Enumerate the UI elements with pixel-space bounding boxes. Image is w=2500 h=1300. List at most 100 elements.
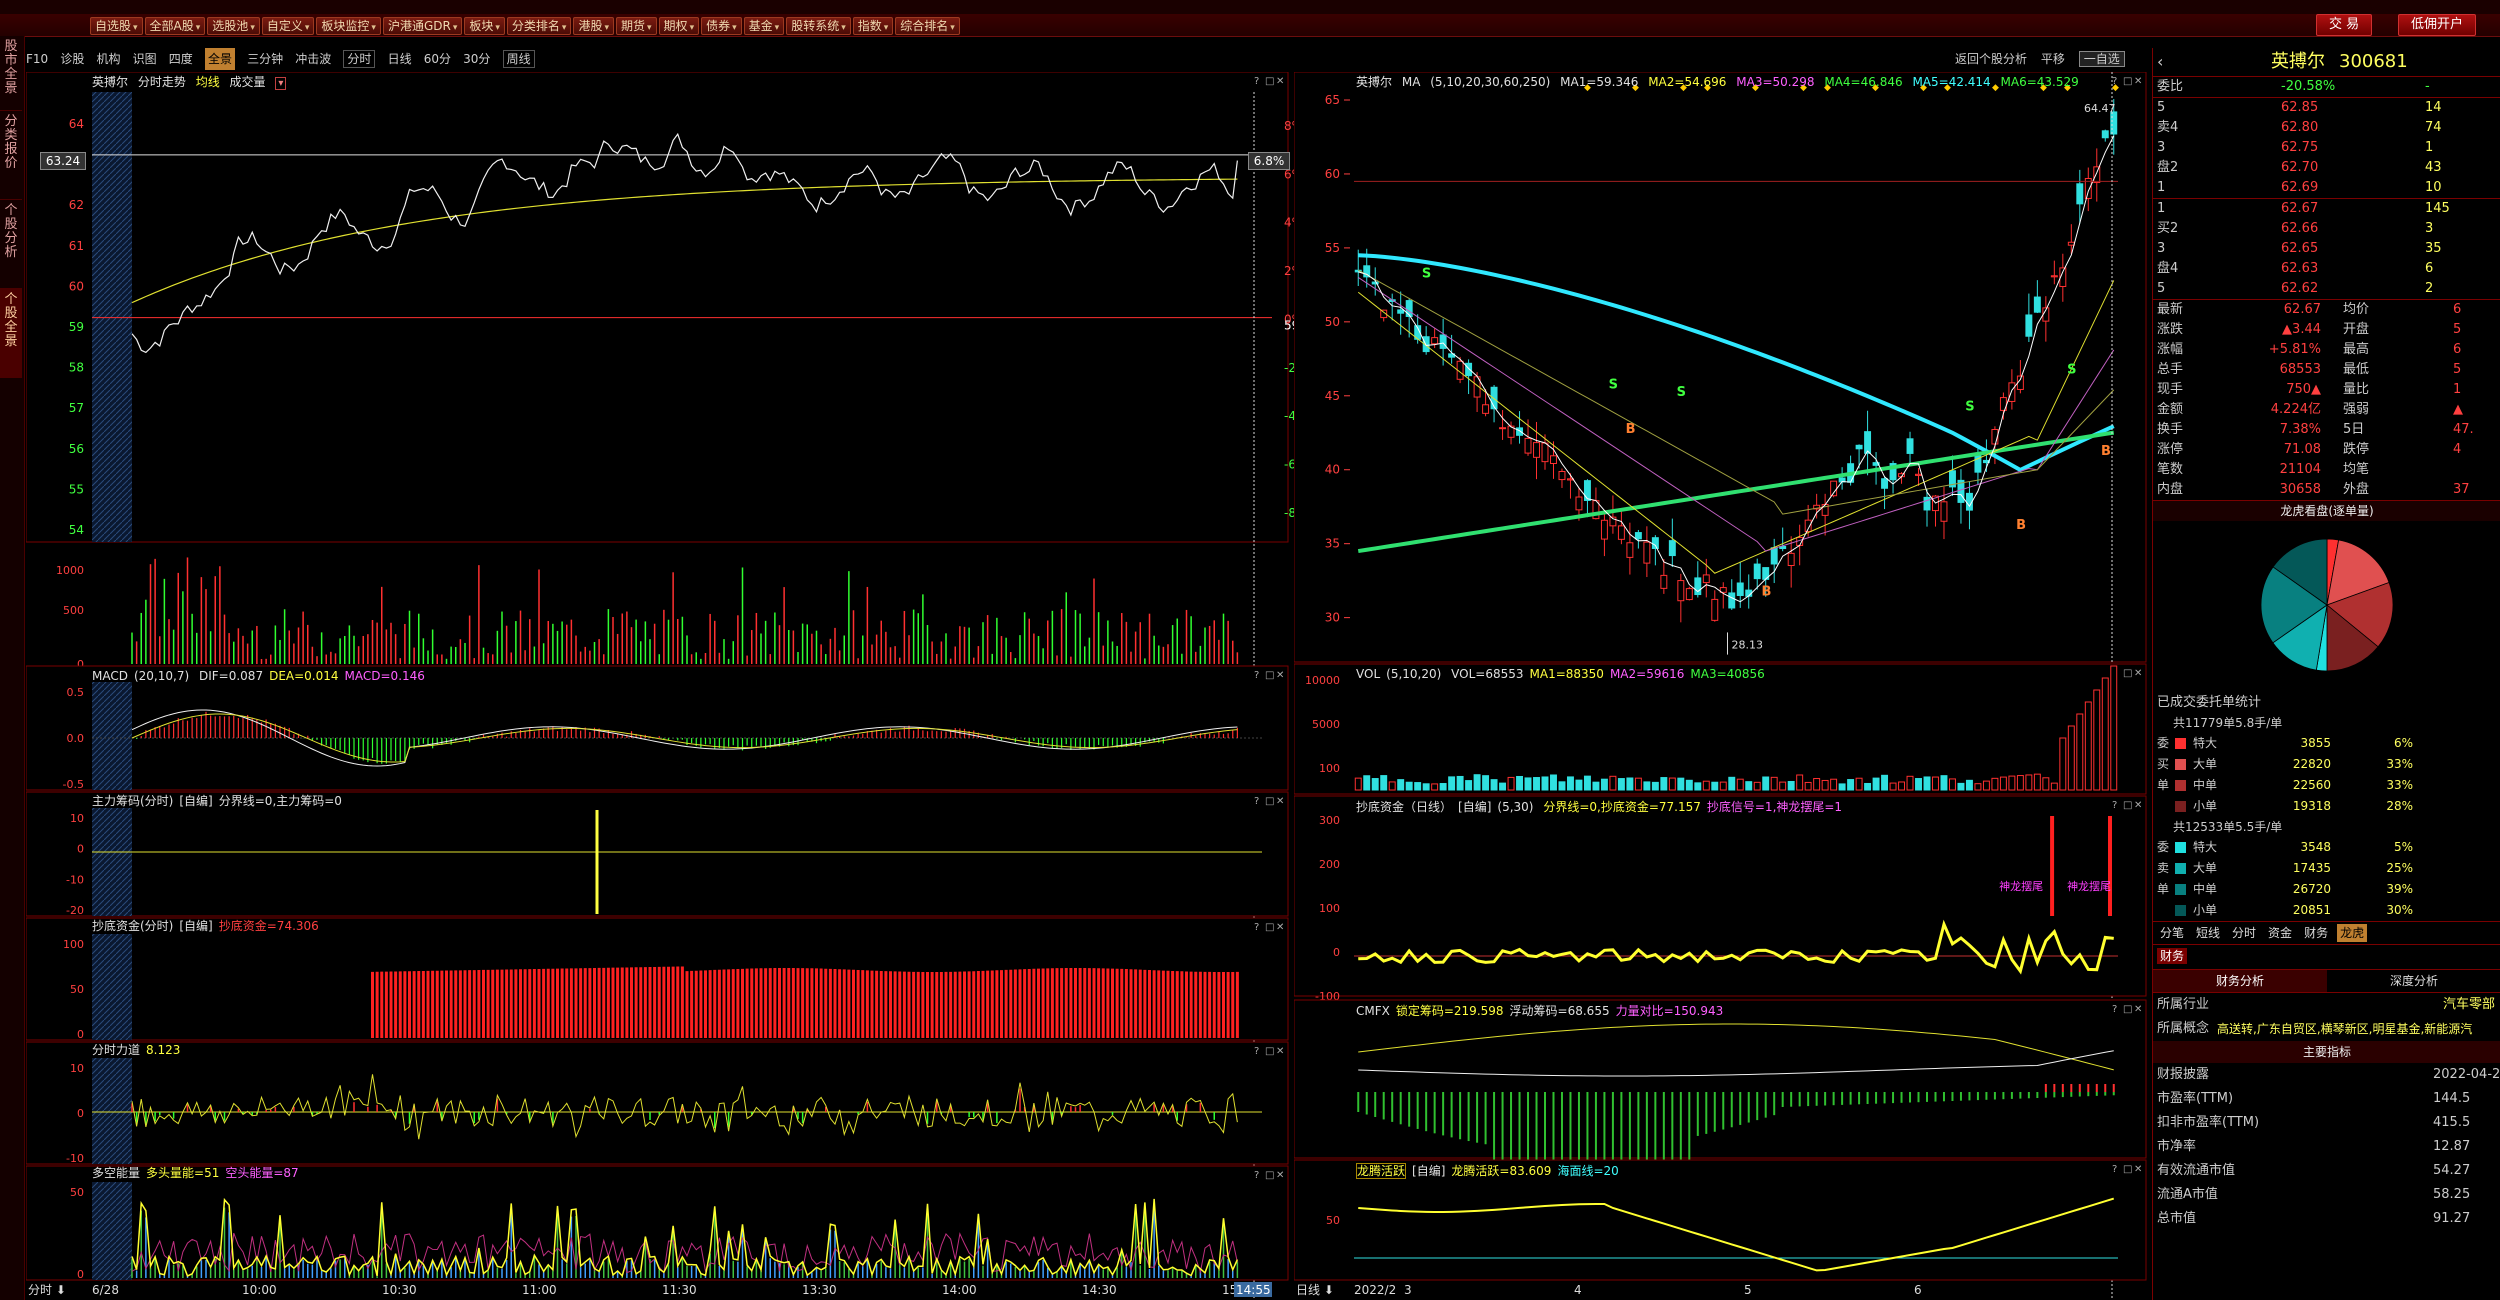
order-stats-summary-text: 共12533单5.5手/单: [2173, 820, 2283, 834]
order-color-swatch: [2175, 905, 2186, 916]
industry-row: 所属行业 汽车零部: [2157, 997, 2496, 1012]
toolbar-button[interactable]: 分类排名 ▾: [506, 17, 572, 35]
tab-stock-panorama[interactable]: 个股全景: [0, 289, 22, 378]
vol-daily-bar: [1719, 781, 1727, 791]
toolbar-button[interactable]: 板块 ▾: [464, 17, 505, 35]
indicator-tick-label: 0: [77, 1028, 84, 1041]
toolbar-button[interactable]: 选股池 ▾: [207, 17, 260, 35]
order-book-row: 3 62.65 35: [2153, 239, 2500, 259]
book-price: 62.67: [2281, 201, 2319, 216]
pan-toggle[interactable]: 平移: [2041, 52, 2065, 66]
caret-down-icon: ▾: [250, 23, 255, 33]
price-tick-label: 54: [69, 523, 84, 537]
nav-four-degree[interactable]: 四度: [169, 48, 193, 70]
book-level-label: 5: [2157, 281, 2166, 296]
vol-daily-bar: [1473, 774, 1481, 791]
daily-price-tick: 45: [1325, 389, 1340, 403]
candle-body: [1881, 478, 1889, 489]
candle-body: [1753, 563, 1761, 580]
panel-control-icon: □: [1265, 76, 1274, 87]
toolbar-button[interactable]: 基金 ▾: [743, 17, 785, 35]
toolbar-button[interactable]: 期权 ▾: [658, 17, 700, 35]
vol-daily-bar: [1617, 778, 1625, 791]
toolbar-button[interactable]: 自定义 ▾: [261, 17, 315, 35]
nav-panorama[interactable]: 全景: [204, 48, 235, 70]
quote-stats: 最新 62.67 均价 6 涨跌 ▲3.44 开盘 5 涨幅 +5.81% 最高 6 总手 68553 最低…: [2153, 300, 2500, 501]
settings-dropdown-icon[interactable]: ▾: [275, 77, 287, 90]
quote-tab[interactable]: 分时: [2229, 924, 2259, 942]
title-bar: [0, 0, 2500, 15]
back-chevron-icon[interactable]: ‹: [2157, 48, 2163, 76]
vol-daily-bar: [1932, 776, 1939, 791]
stat-value: 7.38%: [2279, 422, 2321, 437]
toolbar-button[interactable]: 沪港通GDR ▾: [382, 17, 463, 35]
nav-three-minute[interactable]: 三分钟: [247, 48, 283, 70]
order-size-label: 大单: [2193, 861, 2218, 875]
low-commission-button[interactable]: 低佣开户: [2398, 14, 2477, 36]
book-volume: 3: [2425, 221, 2434, 236]
book-price: 62.85: [2281, 100, 2319, 115]
toolbar-button[interactable]: 指数 ▾: [852, 17, 894, 35]
order-size-pct: 6%: [2393, 736, 2413, 750]
daily-date-label: 5: [1744, 1283, 1752, 1297]
quote-tab[interactable]: 财务: [2301, 924, 2331, 942]
nav-institution[interactable]: 机构: [96, 48, 120, 70]
toolbar-button[interactable]: 全部A股 ▾: [144, 17, 206, 35]
toolbar-button[interactable]: 期货 ▾: [616, 17, 657, 35]
order-color-swatch: [2175, 759, 2186, 770]
sell-order-book: 5 62.85 14 卖4 62.80 74 3 62.75 1 盘2 62.70 43 1 62.69 1…: [2153, 98, 2500, 199]
panel-control-icon: ✕: [2134, 800, 2142, 811]
back-to-analysis-link[interactable]: 返回个股分析: [1955, 52, 2027, 66]
daily-charts[interactable]: ? □ ✕6560555045403530SS SSSBBBB64.4728.13◆ ◆…: [1294, 72, 2150, 1300]
nav-period-60[interactable]: 60分: [424, 48, 451, 70]
book-level-label: 盘4: [2157, 261, 2179, 276]
toolbar-button[interactable]: 债券 ▾: [701, 17, 742, 35]
nav-diagnose[interactable]: 诊股: [60, 48, 84, 70]
nav-period-intraday[interactable]: 分时: [343, 50, 376, 68]
current-price-tag: 63.24: [40, 152, 86, 170]
fsld-title: 分时力道 8.123: [92, 1043, 181, 1057]
tab-financial-analysis[interactable]: 财务分析: [2153, 970, 2327, 992]
nav-pattern[interactable]: 识图: [133, 48, 157, 70]
toolbar-button[interactable]: 板块监控 ▾: [316, 17, 381, 35]
finance-tab-label[interactable]: 财务: [2157, 948, 2188, 964]
metric-value: 91.27: [2433, 1211, 2471, 1226]
order-color-swatch: [2175, 863, 2186, 874]
candle-body: [1787, 552, 1795, 567]
nav-period-daily[interactable]: 日线: [388, 48, 412, 70]
stat-value: 750▲: [2286, 382, 2321, 397]
stat-value: 62.67: [2283, 302, 2321, 317]
vol-daily-bar: [1575, 779, 1583, 791]
nav-period-weekly[interactable]: 周线: [502, 50, 535, 68]
quote-tab[interactable]: 分笔: [2157, 924, 2187, 942]
nav-f10[interactable]: F10: [26, 48, 48, 70]
order-book-row: 5 62.62 2: [2153, 279, 2500, 299]
tab-category-quote[interactable]: 分类报价: [0, 111, 22, 200]
order-book-row: 盘4 62.63 6: [2153, 259, 2500, 279]
order-size-value: 17435: [2292, 861, 2331, 875]
current-pct-tag: 6.8%: [1248, 152, 1290, 170]
time-axis-label: 11:00: [522, 1283, 557, 1297]
panel-control-icon: ?: [2112, 1004, 2117, 1015]
toolbar-button[interactable]: 股转系统 ▾: [786, 17, 851, 35]
tab-stock-analysis[interactable]: 个股分析: [0, 200, 22, 289]
panel-control-icon: ✕: [1276, 1046, 1284, 1057]
quote-tab[interactable]: 龙虎: [2337, 924, 2368, 942]
watchlist-select[interactable]: 一自选: [2078, 51, 2125, 67]
toolbar-button[interactable]: 港股 ▾: [573, 17, 614, 35]
vol-daily-bar: [1948, 778, 1956, 791]
nav-impact-wave[interactable]: 冲击波: [295, 48, 331, 70]
toolbar-button[interactable]: 综合排名 ▾: [895, 17, 960, 35]
nav-period-30[interactable]: 30分: [463, 48, 490, 70]
trade-button[interactable]: 交 易: [2316, 14, 2373, 36]
intraday-charts[interactable]: ?□✕64636261605958575655548%6%4%2%0%-2%-4…: [26, 72, 1296, 1300]
candle-body: [1465, 362, 1473, 377]
order-stats-row: 买 大单 22820 33%: [2153, 754, 2500, 775]
quote-tab[interactable]: 资金: [2265, 924, 2295, 942]
stat-row: 金额 4.224亿 强弱 ▲: [2153, 400, 2500, 420]
toolbar-button[interactable]: 自选股 ▾: [90, 17, 143, 35]
tab-market-overview[interactable]: 股市全景: [0, 36, 22, 111]
quote-tab[interactable]: 短线: [2193, 924, 2223, 942]
tab-deep-analysis[interactable]: 深度分析: [2327, 970, 2500, 992]
book-volume: 35: [2425, 241, 2442, 256]
